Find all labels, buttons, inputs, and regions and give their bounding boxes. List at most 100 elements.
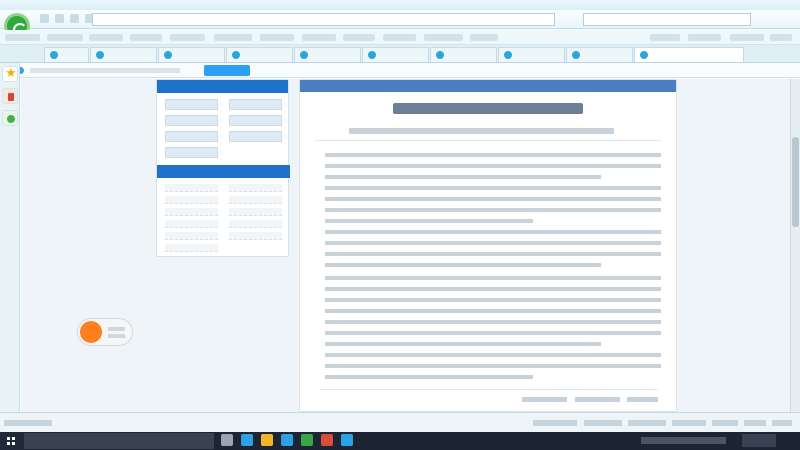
sidebar-link[interactable] — [229, 208, 282, 216]
status-item — [672, 420, 706, 426]
tab-bar — [0, 45, 800, 63]
favorite-item[interactable] — [214, 34, 252, 41]
text-line — [325, 342, 601, 346]
page-scrollbar[interactable] — [790, 79, 800, 412]
network-widget[interactable] — [77, 318, 133, 346]
enable-button[interactable] — [204, 65, 250, 76]
app-icon[interactable] — [341, 434, 353, 446]
favorite-item[interactable] — [730, 34, 764, 41]
article-paragraph — [325, 353, 661, 386]
favorite-item[interactable] — [424, 34, 463, 41]
tab-icon — [300, 51, 308, 59]
favorite-item[interactable] — [302, 34, 336, 41]
text-line — [325, 263, 601, 267]
sidebar-link[interactable] — [165, 147, 218, 158]
sidebar-link[interactable] — [229, 196, 282, 204]
sidebar-link[interactable] — [229, 131, 282, 142]
browser-screen — [0, 0, 800, 450]
browser-taskbar-icon[interactable] — [301, 434, 313, 446]
favorite-item[interactable] — [688, 34, 721, 41]
sidebar-link[interactable] — [165, 184, 218, 192]
status-item — [584, 420, 622, 426]
sidebar-link[interactable] — [165, 131, 218, 142]
text-line — [325, 364, 661, 368]
sidebar-link[interactable] — [229, 232, 282, 240]
browser-tab[interactable] — [430, 47, 497, 62]
reading-assistant-bar — [0, 63, 800, 78]
favorite-item[interactable] — [383, 34, 416, 41]
favorite-item[interactable] — [170, 34, 205, 41]
favorites-bar — [0, 30, 800, 45]
text-line — [325, 320, 661, 324]
text-line — [325, 287, 661, 291]
browser-tab[interactable] — [362, 47, 429, 62]
browser-tab[interactable] — [498, 47, 565, 62]
taskbar-search[interactable] — [24, 433, 214, 449]
tab-icon — [164, 51, 172, 59]
article-paragraph — [325, 153, 661, 230]
favorite-item[interactable] — [343, 34, 375, 41]
search-box[interactable] — [583, 13, 751, 26]
breadcrumb-bar — [300, 80, 676, 92]
status-item — [744, 420, 766, 426]
status-bar — [0, 412, 800, 432]
text-line — [325, 230, 661, 234]
browser-tab[interactable] — [158, 47, 225, 62]
favorite-item[interactable] — [89, 34, 123, 41]
browser-tab[interactable] — [294, 47, 361, 62]
favorite-item[interactable] — [470, 34, 498, 41]
footer-action[interactable] — [627, 397, 658, 402]
green-tool-icon[interactable] — [2, 110, 18, 126]
favorite-item[interactable] — [5, 34, 40, 41]
store-icon[interactable] — [281, 434, 293, 446]
red-tool-icon[interactable] — [2, 88, 18, 104]
folder-icon[interactable] — [261, 434, 273, 446]
sidebar-link[interactable] — [165, 115, 218, 126]
article-paragraph — [325, 230, 661, 274]
sidebar-link[interactable] — [229, 99, 282, 110]
app-icon[interactable] — [321, 434, 333, 446]
footer-action[interactable] — [522, 397, 567, 402]
tab-icon — [640, 51, 648, 59]
forward-button[interactable] — [55, 14, 64, 23]
sidebar-link[interactable] — [165, 244, 218, 252]
edge-icon[interactable] — [241, 434, 253, 446]
footer-action[interactable] — [575, 397, 620, 402]
title-bar — [0, 0, 800, 10]
favorite-item[interactable] — [650, 34, 680, 41]
tab-icon — [232, 51, 240, 59]
text-line — [325, 164, 661, 168]
sidebar-link[interactable] — [165, 208, 218, 216]
browser-tab[interactable] — [566, 47, 633, 62]
browser-tab[interactable] — [90, 47, 157, 62]
sidebar-link[interactable] — [229, 220, 282, 228]
favorite-item[interactable] — [130, 34, 162, 41]
status-item — [4, 420, 52, 426]
taskbar-clock[interactable] — [742, 434, 776, 447]
text-line — [325, 298, 661, 302]
back-button[interactable] — [40, 14, 49, 23]
sidebar-link[interactable] — [229, 184, 282, 192]
sidebar-link[interactable] — [165, 232, 218, 240]
sidebar-link[interactable] — [165, 220, 218, 228]
task-view-icon[interactable] — [221, 434, 233, 446]
text-line — [325, 197, 661, 201]
browser-tab[interactable] — [226, 47, 293, 62]
favorite-item[interactable] — [260, 34, 294, 41]
left-sidebar — [0, 63, 20, 432]
sidebar-link[interactable] — [165, 196, 218, 204]
sidebar-link[interactable] — [229, 115, 282, 126]
scroll-thumb[interactable] — [792, 137, 799, 227]
star-icon[interactable] — [2, 66, 18, 82]
favorite-item[interactable] — [47, 34, 83, 41]
browser-tab[interactable] — [44, 47, 89, 62]
tab-icon — [572, 51, 580, 59]
active-browser-tab[interactable] — [634, 47, 744, 62]
start-button[interactable] — [0, 432, 24, 450]
sidebar-links-top — [165, 99, 282, 158]
sidebar-link[interactable] — [165, 99, 218, 110]
favorite-item[interactable] — [770, 34, 792, 41]
refresh-button[interactable] — [70, 14, 79, 23]
address-bar[interactable] — [92, 13, 555, 26]
system-tray[interactable] — [641, 437, 726, 444]
